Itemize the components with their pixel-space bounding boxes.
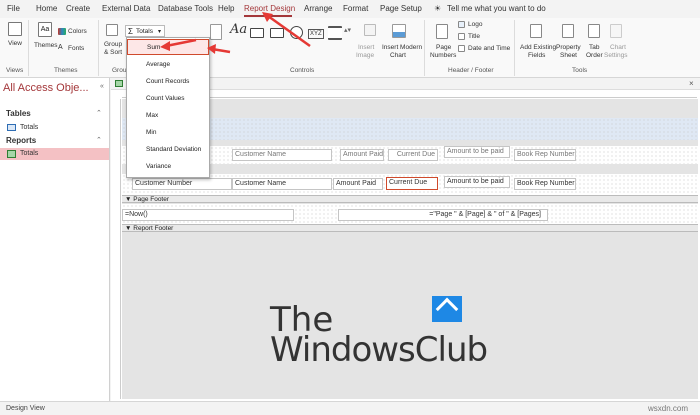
watermark-line2: WindowsClub [270, 330, 488, 370]
watermark-logo-glyph [435, 297, 459, 321]
site-watermark: wsxdn.com [648, 404, 689, 413]
arrow-to-totals [165, 38, 197, 48]
watermark-logo-icon [432, 296, 462, 322]
arrowhead-icon [207, 44, 216, 54]
status-text: Design View [6, 405, 45, 412]
arrowhead-icon [160, 41, 170, 51]
status-bar: Design View wsxdn.com [0, 401, 700, 415]
arrow-to-report-design-tab [267, 14, 311, 48]
